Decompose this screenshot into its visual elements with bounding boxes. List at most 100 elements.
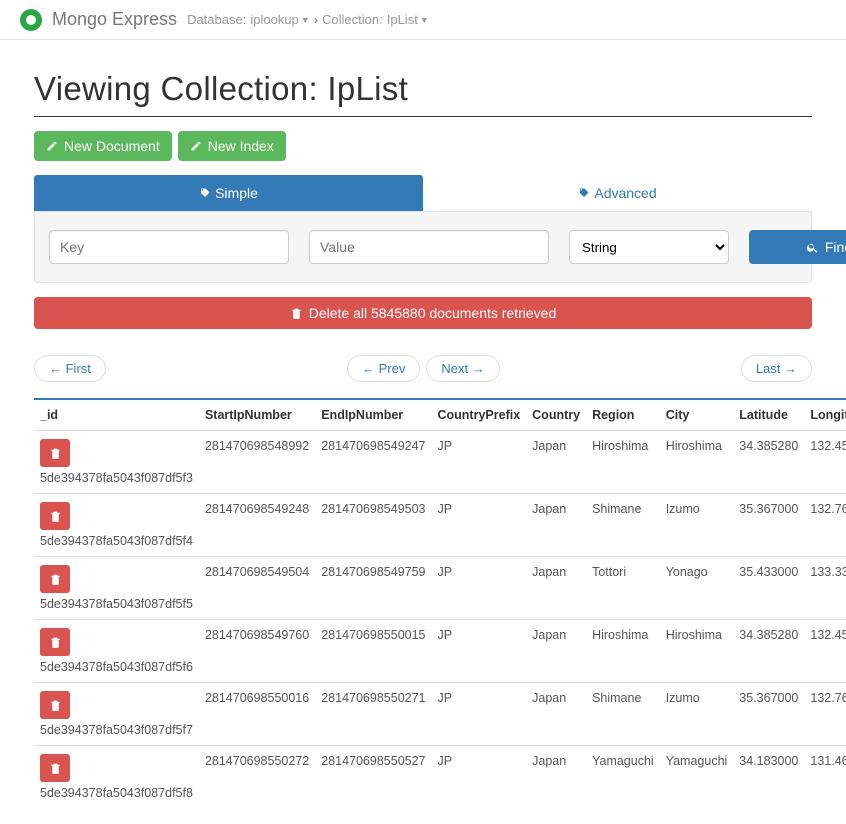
key-input[interactable]: [49, 230, 289, 264]
cell-City: Yamaguchi: [660, 746, 734, 809]
documents-table: _idStartIpNumberEndIpNumberCountryPrefix…: [34, 398, 846, 808]
caret-down-icon: ▼: [301, 15, 310, 25]
col-Latitude[interactable]: Latitude: [733, 399, 804, 431]
trash-icon: [49, 573, 62, 586]
cell-Latitude: 34.385280: [733, 620, 804, 683]
cell-Region: Hiroshima: [586, 431, 660, 494]
tab-advanced-label: Advanced: [594, 185, 656, 201]
pager-next[interactable]: Next →: [426, 355, 499, 382]
tab-simple-label: Simple: [215, 185, 258, 201]
new-document-button[interactable]: New Document: [34, 131, 172, 161]
cell-EndIpNumber: 281470698550271: [315, 683, 431, 746]
cell-Longitude: 131.467000: [804, 746, 846, 809]
col-StartIpNumber[interactable]: StartIpNumber: [199, 399, 315, 431]
cell-CountryPrefix: JP: [432, 746, 527, 809]
delete-row-button[interactable]: [40, 628, 70, 656]
pager-first[interactable]: ← First: [34, 355, 106, 382]
db-label: Database:: [187, 12, 246, 27]
cell-City: Hiroshima: [660, 620, 734, 683]
col-Region[interactable]: Region: [586, 399, 660, 431]
object-id: 5de394378fa5043f087df5f3: [40, 471, 193, 485]
cell-Country: Japan: [526, 431, 586, 494]
pencil-icon: [46, 140, 58, 152]
tag-icon: [199, 187, 211, 199]
table-row[interactable]: 5de394378fa5043f087df5f5 2814706985495042…: [34, 557, 846, 620]
cell-Latitude: 34.385280: [733, 431, 804, 494]
object-id: 5de394378fa5043f087df5f4: [40, 534, 193, 548]
brand[interactable]: Mongo Express: [52, 9, 177, 30]
tab-simple[interactable]: Simple: [34, 175, 423, 211]
col-Country[interactable]: Country: [526, 399, 586, 431]
cell-StartIpNumber: 281470698550016: [199, 683, 315, 746]
table-row[interactable]: 5de394378fa5043f087df5f3 2814706985489922…: [34, 431, 846, 494]
trash-icon: [49, 762, 62, 775]
value-input[interactable]: [309, 230, 549, 264]
find-label: Find: [825, 239, 846, 255]
type-select[interactable]: String: [569, 230, 729, 264]
col-dropdown[interactable]: IpList ▼: [387, 12, 429, 27]
cell-CountryPrefix: JP: [432, 431, 527, 494]
cell-Country: Japan: [526, 746, 586, 809]
cell-EndIpNumber: 281470698549503: [315, 494, 431, 557]
table-row[interactable]: 5de394378fa5043f087df5f82814706985502722…: [34, 746, 846, 809]
tab-advanced[interactable]: Advanced: [423, 175, 812, 211]
navbar: Mongo Express Database: iplookup ▼ › Col…: [0, 0, 846, 40]
db-dropdown[interactable]: iplookup ▼: [250, 12, 309, 27]
table-row[interactable]: 5de394378fa5043f087df5f42814706985492482…: [34, 494, 846, 557]
cell-Region: Shimane: [586, 494, 660, 557]
pager-prev[interactable]: ← Prev: [347, 355, 420, 382]
new-index-label: New Index: [208, 138, 274, 154]
table-row[interactable]: 5de394378fa5043f087df5f62814706985497602…: [34, 620, 846, 683]
cell-EndIpNumber: 281470698550015: [315, 620, 431, 683]
new-index-button[interactable]: New Index: [178, 131, 286, 161]
cell-Country: Japan: [526, 557, 586, 620]
cell-Longitude: 132.767000: [804, 494, 846, 557]
chevron-right-icon: ›: [314, 12, 318, 27]
col-CountryPrefix[interactable]: CountryPrefix: [432, 399, 527, 431]
cell-Region: Yamaguchi: [586, 746, 660, 809]
page-title: Viewing Collection: IpList: [34, 70, 812, 108]
title-divider: [34, 116, 812, 117]
pager: ← First ← Prev Next → Last →: [34, 355, 812, 382]
cell-Region: Hiroshima: [586, 620, 660, 683]
cell-EndIpNumber: 281470698549247: [315, 431, 431, 494]
cell-Latitude: 35.367000: [733, 494, 804, 557]
cell-City: Izumo: [660, 683, 734, 746]
col-EndIpNumber[interactable]: EndIpNumber: [315, 399, 431, 431]
object-id: 5de394378fa5043f087df5f6: [40, 660, 193, 674]
cell-CountryPrefix: JP: [432, 557, 527, 620]
cell-Latitude: 35.433000: [733, 557, 804, 620]
table-header-row: _idStartIpNumberEndIpNumberCountryPrefix…: [34, 399, 846, 431]
delete-all-button[interactable]: Delete all 5845880 documents retrieved: [34, 297, 812, 329]
cell-id: 5de394378fa5043f087df5f7: [34, 683, 199, 746]
delete-row-button[interactable]: [40, 565, 70, 593]
col-name: IpList: [387, 12, 418, 27]
col-_id[interactable]: _id: [34, 399, 199, 431]
db-name: iplookup: [250, 12, 298, 27]
cell-StartIpNumber: 281470698549504: [199, 557, 315, 620]
cell-id: 5de394378fa5043f087df5f4: [34, 494, 199, 557]
tags-icon: [578, 187, 590, 199]
search-icon: [806, 241, 819, 254]
cell-Country: Japan: [526, 620, 586, 683]
col-Longitude[interactable]: Longitude: [804, 399, 846, 431]
find-button[interactable]: Find: [749, 230, 846, 264]
col-City[interactable]: City: [660, 399, 734, 431]
trash-icon: [49, 699, 62, 712]
cell-EndIpNumber: 281470698549759: [315, 557, 431, 620]
table-row[interactable]: 5de394378fa5043f087df5f72814706985500162…: [34, 683, 846, 746]
delete-row-button[interactable]: [40, 502, 70, 530]
cell-City: Hiroshima: [660, 431, 734, 494]
delete-row-button[interactable]: [40, 439, 70, 467]
caret-down-icon: ▼: [420, 15, 429, 25]
delete-row-button[interactable]: [40, 691, 70, 719]
cell-CountryPrefix: JP: [432, 683, 527, 746]
cell-Longitude: 132.455280: [804, 620, 846, 683]
object-id: 5de394378fa5043f087df5f5: [40, 597, 193, 611]
cell-StartIpNumber: 281470698548992: [199, 431, 315, 494]
logo-icon: [20, 9, 42, 31]
pager-last[interactable]: Last →: [741, 355, 812, 382]
cell-id: 5de394378fa5043f087df5f6: [34, 620, 199, 683]
cell-Country: Japan: [526, 683, 586, 746]
delete-row-button[interactable]: [40, 754, 70, 782]
